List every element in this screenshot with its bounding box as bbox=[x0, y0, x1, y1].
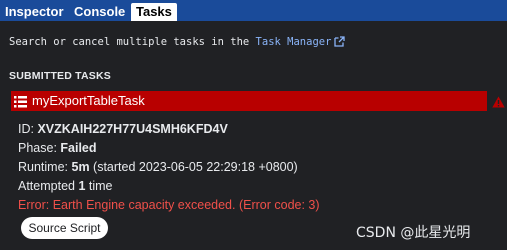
task-phase: Phase: Failed bbox=[18, 141, 97, 155]
task-attempts-prefix: Attempted bbox=[18, 179, 79, 193]
task-manager-link[interactable]: Task Manager bbox=[256, 36, 332, 48]
task-error-message: Error: Earth Engine capacity exceeded. (… bbox=[18, 198, 320, 212]
task-name: myExportTableTask bbox=[32, 93, 145, 108]
tasks-panel: Search or cancel multiple tasks in the T… bbox=[0, 21, 507, 250]
list-icon bbox=[14, 95, 27, 108]
intro-label: Search or cancel multiple tasks in the bbox=[9, 36, 256, 48]
task-attempts-suffix: time bbox=[85, 179, 113, 193]
task-row[interactable]: myExportTableTask bbox=[11, 91, 487, 111]
external-link-icon[interactable] bbox=[334, 36, 346, 47]
tab-console[interactable]: Console bbox=[69, 3, 130, 21]
section-title: SUBMITTED TASKS bbox=[9, 70, 111, 82]
task-id-label: ID: bbox=[18, 122, 38, 136]
warning-icon bbox=[492, 95, 505, 108]
task-phase-label: Phase: bbox=[18, 141, 61, 155]
task-runtime: Runtime: 5m (started 2023-06-05 22:29:18… bbox=[18, 160, 298, 174]
watermark: CSDN @此星光明 bbox=[356, 225, 471, 241]
task-id: ID: XVZKAIH227H77U4SMH6KFD4V bbox=[18, 122, 228, 136]
tab-bar: Inspector Console Tasks bbox=[0, 0, 507, 21]
task-attempts: Attempted 1 time bbox=[18, 179, 113, 193]
task-runtime-started: (started 2023-06-05 22:29:18 +0800) bbox=[89, 160, 298, 174]
task-runtime-label: Runtime: bbox=[18, 160, 72, 174]
task-runtime-value: 5m bbox=[71, 160, 90, 174]
task-id-value: XVZKAIH227H77U4SMH6KFD4V bbox=[37, 122, 228, 136]
tab-tasks[interactable]: Tasks bbox=[131, 3, 177, 21]
source-script-button[interactable]: Source Script bbox=[21, 217, 108, 239]
tab-inspector[interactable]: Inspector bbox=[0, 3, 69, 21]
task-phase-value: Failed bbox=[60, 141, 97, 155]
intro-text: Search or cancel multiple tasks in the T… bbox=[9, 36, 346, 48]
